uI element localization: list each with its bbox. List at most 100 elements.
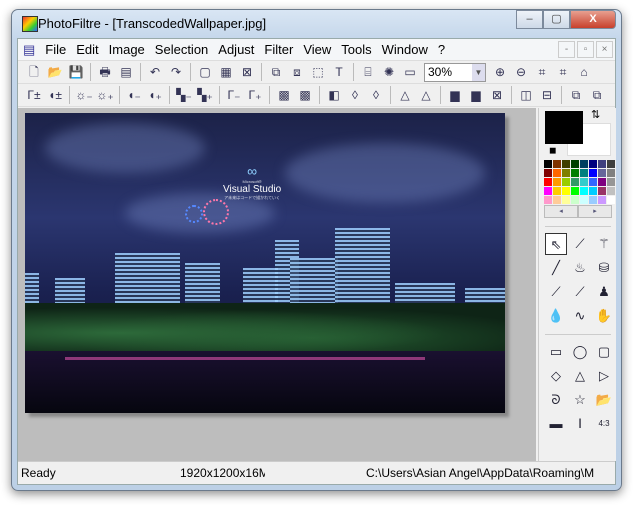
- text-icon[interactable]: T: [329, 62, 349, 82]
- mdi-minimize-button[interactable]: -: [558, 41, 575, 58]
- fit-icon[interactable]: ⌗: [553, 62, 573, 82]
- fullscreen-icon[interactable]: ⌂: [574, 62, 594, 82]
- scan-icon[interactable]: ▤: [116, 62, 136, 82]
- palette-color[interactable]: [580, 160, 588, 168]
- maximize-button[interactable]: ▢: [543, 10, 570, 29]
- plugin-icon[interactable]: ✺: [379, 62, 399, 82]
- palette-color[interactable]: [544, 196, 552, 204]
- menu-view[interactable]: View: [298, 42, 336, 57]
- hand-tool-icon[interactable]: ✋: [593, 305, 615, 327]
- flip-horizontal-icon[interactable]: ◫: [516, 85, 536, 105]
- menu-tools[interactable]: Tools: [336, 42, 376, 57]
- palette-color[interactable]: [571, 187, 579, 195]
- auto-levels-icon[interactable]: Γ±: [24, 85, 44, 105]
- menu-window[interactable]: Window: [377, 42, 433, 57]
- blur-icon[interactable]: ◧: [324, 85, 344, 105]
- brightness-minus-icon[interactable]: ☼₋: [74, 85, 94, 105]
- palette-color[interactable]: [562, 187, 570, 195]
- menu-selection[interactable]: Selection: [150, 42, 213, 57]
- filter2-icon[interactable]: ▩: [295, 85, 315, 105]
- palette-color[interactable]: [562, 160, 570, 168]
- menu-adjust[interactable]: Adjust: [213, 42, 259, 57]
- palette-color[interactable]: [553, 160, 561, 168]
- rotate2-icon[interactable]: ⧉: [587, 85, 607, 105]
- palette-color[interactable]: [589, 187, 597, 195]
- advanced-brush-tool-icon[interactable]: ⟋: [569, 281, 591, 303]
- copy-image-icon[interactable]: ⧉: [266, 62, 286, 82]
- palette-color[interactable]: [589, 169, 597, 177]
- zoom-in-icon[interactable]: ⊕: [490, 62, 510, 82]
- reset-colors-icon[interactable]: ◼: [549, 145, 556, 156]
- grayscale-icon[interactable]: ▢: [195, 62, 215, 82]
- chevron-down-icon[interactable]: ▼: [472, 63, 485, 81]
- ratio-option-icon[interactable]: 4:3: [593, 413, 615, 435]
- sharpen-icon[interactable]: △: [395, 85, 415, 105]
- palette-color[interactable]: [571, 178, 579, 186]
- palette-color[interactable]: [589, 178, 597, 186]
- fill-option-icon[interactable]: ▬: [545, 413, 567, 435]
- lasso-icon[interactable]: ᘐ: [545, 389, 567, 411]
- palette-color[interactable]: [553, 178, 561, 186]
- soften-icon[interactable]: ◊: [345, 85, 365, 105]
- palette-color[interactable]: [589, 160, 597, 168]
- image-canvas[interactable]: ∞ Microsoft® Visual Studio ア未来はコードで描かれてい…: [25, 113, 505, 413]
- height-option-icon[interactable]: Ⅰ: [569, 413, 591, 435]
- menu-file[interactable]: File: [40, 42, 71, 57]
- palette-color[interactable]: [553, 196, 561, 204]
- stamp-tool-icon[interactable]: ♟: [593, 281, 615, 303]
- line-tool-icon[interactable]: ╱: [545, 257, 567, 279]
- colors-icon[interactable]: ▦: [216, 62, 236, 82]
- gamma-minus-icon[interactable]: Γ₋: [224, 85, 244, 105]
- print-icon[interactable]: 🖶: [95, 62, 115, 82]
- triangle-right-icon[interactable]: ▷: [593, 365, 615, 387]
- menu-help[interactable]: ?: [433, 42, 450, 57]
- redo-icon[interactable]: ↷: [166, 62, 186, 82]
- palette-prev-button[interactable]: ◂: [544, 205, 578, 218]
- selection-icon[interactable]: ⬚: [308, 62, 328, 82]
- effect-icon[interactable]: ⊠: [487, 85, 507, 105]
- palette-color[interactable]: [607, 178, 615, 186]
- close-button[interactable]: X: [570, 10, 616, 29]
- diamond-icon[interactable]: ◇: [545, 365, 567, 387]
- new-icon[interactable]: 🗋: [24, 62, 44, 82]
- palette-color[interactable]: [607, 187, 615, 195]
- magic-wand-tool-icon[interactable]: ⚚: [593, 233, 615, 255]
- menu-filter[interactable]: Filter: [259, 42, 298, 57]
- brightness-plus-icon[interactable]: ☼₊: [95, 85, 115, 105]
- auto-contrast-icon[interactable]: ◖±: [45, 85, 65, 105]
- rounded-rect-icon[interactable]: ▢: [593, 341, 615, 363]
- palette-color[interactable]: [571, 169, 579, 177]
- open-shape-icon[interactable]: 📂: [593, 389, 615, 411]
- menu-edit[interactable]: Edit: [71, 42, 103, 57]
- rectangle-icon[interactable]: ▭: [545, 341, 567, 363]
- brush-tool-icon[interactable]: ⟋: [545, 281, 567, 303]
- palette-color[interactable]: [580, 187, 588, 195]
- palette-color[interactable]: [607, 160, 615, 168]
- gamma-plus-icon[interactable]: Γ₊: [245, 85, 265, 105]
- palette-color[interactable]: [580, 178, 588, 186]
- eyedropper-tool-icon[interactable]: ⟋: [569, 233, 591, 255]
- contrast-minus-icon[interactable]: ◖₋: [124, 85, 144, 105]
- ellipse-icon[interactable]: ◯: [569, 341, 591, 363]
- palette-color[interactable]: [571, 160, 579, 168]
- palette-color[interactable]: [562, 196, 570, 204]
- open-icon[interactable]: 📂: [45, 62, 65, 82]
- palette-color[interactable]: [598, 196, 606, 204]
- palette-color[interactable]: [544, 187, 552, 195]
- undo-icon[interactable]: ↶: [145, 62, 165, 82]
- window-icon[interactable]: ▭: [400, 62, 420, 82]
- blur-tool-icon[interactable]: 💧: [545, 305, 567, 327]
- rotate-icon[interactable]: ⧉: [566, 85, 586, 105]
- paste-image-icon[interactable]: ⧈: [287, 62, 307, 82]
- palette-color[interactable]: [607, 169, 615, 177]
- mdi-close-button[interactable]: ×: [596, 41, 613, 58]
- palette-color[interactable]: [544, 169, 552, 177]
- palette-color[interactable]: [553, 169, 561, 177]
- explorer-icon[interactable]: ⌸: [358, 62, 378, 82]
- smudge-tool-icon[interactable]: ∿: [569, 305, 591, 327]
- fill-tool-icon[interactable]: ♨: [569, 257, 591, 279]
- palette-color[interactable]: [580, 169, 588, 177]
- mdi-restore-button[interactable]: ▫: [577, 41, 594, 58]
- palette-color[interactable]: [598, 187, 606, 195]
- palette-color[interactable]: [571, 196, 579, 204]
